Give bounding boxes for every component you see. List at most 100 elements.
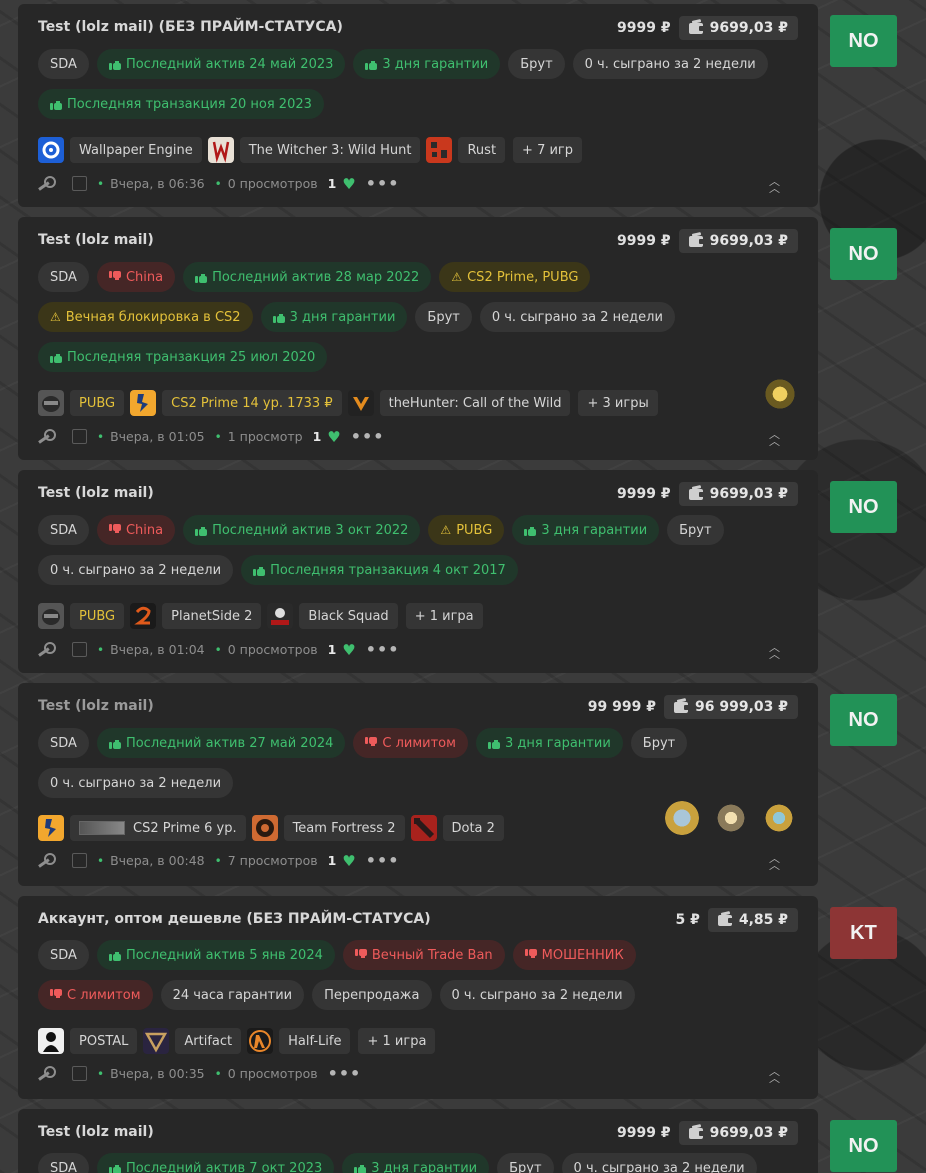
collapse-chevron-icon[interactable]: ︿ ︿	[769, 176, 780, 194]
more-games-tag[interactable]: + 7 игр	[513, 137, 583, 163]
game-tag[interactable]: theHunter: Call of the Wild	[379, 390, 571, 416]
tags-row: Последняя транзакция 20 ноя 2023	[38, 89, 324, 119]
more-options-icon[interactable]: •••	[366, 174, 400, 193]
tag-hours-played: 0 ч. сыграно за 2 недели	[561, 1153, 757, 1173]
card-footer: • Вчера, в 01:05 • 1 просмотр 1 ♥ •••	[38, 427, 384, 446]
tag-scammer: МОШЕННИК	[512, 940, 636, 970]
tag-brute: Брут	[667, 515, 724, 545]
account-card[interactable]: Test (lolz mail) 99 999 ₽ 96 999,03 ₽ SD…	[18, 683, 818, 886]
tag-label: 3 дня гарантии	[504, 735, 611, 751]
price-box-value: 9699,03 ₽	[709, 1125, 788, 1141]
tag-trade-ban: Вечный Trade Ban	[342, 940, 505, 970]
thumb-down-icon	[50, 989, 62, 1001]
game-tag[interactable]: Team Fortress 2	[283, 815, 405, 841]
steam-icon	[38, 175, 56, 192]
game-tag[interactable]: Artifact	[175, 1028, 242, 1054]
status-badge[interactable]: NO	[830, 15, 897, 67]
status-badge[interactable]: KT	[830, 907, 897, 959]
heart-icon[interactable]: ♥	[327, 428, 340, 446]
tag-label: Последний актив 5 янв 2024	[125, 947, 323, 963]
collapse-chevron-icon[interactable]: ︿ ︿	[769, 429, 780, 447]
more-options-icon[interactable]: •••	[351, 427, 385, 446]
more-options-icon[interactable]: •••	[328, 1064, 362, 1083]
game-tag[interactable]: Rust	[458, 137, 506, 163]
pubg-icon	[38, 390, 64, 416]
card-title[interactable]: Test (lolz mail)	[38, 1124, 154, 1140]
tag-label: 3 дня гарантии	[382, 56, 489, 72]
card-title[interactable]: Test (lolz mail)	[38, 698, 154, 714]
warning-icon: ⚠	[50, 310, 61, 324]
card-title[interactable]: Test (lolz mail) (БЕЗ ПРАЙМ-СТАТУСА)	[38, 19, 343, 35]
game-tag[interactable]: PlanetSide 2	[162, 603, 262, 629]
tag-label: Последний актив 28 мар 2022	[212, 269, 420, 285]
thumb-up-icon	[108, 1162, 121, 1173]
heart-icon[interactable]: ♥	[342, 175, 355, 193]
game-tag[interactable]: POSTAL	[70, 1028, 138, 1054]
game-tag[interactable]: Black Squad	[299, 603, 398, 629]
collapse-chevron-icon[interactable]: ︿ ︿	[769, 642, 780, 660]
tag-label: Вечная блокировка в CS2	[65, 309, 241, 325]
select-checkbox[interactable]	[72, 1066, 87, 1081]
account-card[interactable]: Аккаунт, оптом дешевле (БЕЗ ПРАЙМ-СТАТУС…	[18, 896, 818, 1099]
game-tag[interactable]: The Witcher 3: Wild Hunt	[239, 137, 421, 163]
wallpaper-engine-icon	[38, 137, 64, 163]
tag-label: С лимитом	[67, 987, 141, 1003]
collapse-chevron-icon[interactable]: ︿ ︿	[769, 1066, 780, 1084]
price-box: 9699,03 ₽	[678, 16, 798, 40]
card-title[interactable]: Test (lolz mail)	[38, 485, 154, 501]
tag-guarantee: 3 дня гарантии	[475, 728, 623, 758]
tag-label: С лимитом	[382, 735, 456, 751]
thumb-down-icon	[108, 524, 121, 536]
account-card[interactable]: Test (lolz mail) 9999 ₽ 9699,03 ₽ SDA Ch…	[18, 217, 818, 460]
more-options-icon[interactable]: •••	[366, 640, 400, 659]
tag-sda: SDA	[38, 728, 89, 758]
status-badge[interactable]: NO	[830, 1120, 897, 1172]
more-games-tag[interactable]: + 1 игра	[405, 603, 483, 629]
status-badge[interactable]: NO	[830, 228, 897, 280]
heart-icon[interactable]: ♥	[342, 641, 355, 659]
status-badge[interactable]: NO	[830, 481, 897, 533]
posted-time: Вчера, в 00:35	[110, 1066, 205, 1081]
account-card[interactable]: Test (lolz mail) (БЕЗ ПРАЙМ-СТАТУСА) 999…	[18, 4, 818, 207]
likes-count: 1	[312, 429, 322, 444]
account-card[interactable]: Test (lolz mail) 9999 ₽ 9699,03 ₽ SDA По…	[18, 1109, 818, 1173]
heart-icon[interactable]: ♥	[342, 852, 355, 870]
tag-warning: ⚠ CS2 Prime, PUBG	[439, 262, 591, 292]
more-games-tag[interactable]: + 3 игры	[578, 390, 658, 416]
tag-brute: Брут	[415, 302, 472, 332]
tag-guarantee: 24 часа гарантии	[160, 980, 305, 1010]
price-box: 4,85 ₽	[707, 908, 798, 932]
select-checkbox[interactable]	[72, 642, 87, 657]
tag-last-active: Последний актив 28 мар 2022	[183, 262, 432, 292]
card-title[interactable]: Test (lolz mail)	[38, 232, 154, 248]
price: 9999 ₽	[617, 233, 671, 249]
select-checkbox[interactable]	[72, 853, 87, 868]
tag-region: China	[96, 515, 176, 545]
price-area: 9999 ₽ 9699,03 ₽	[617, 482, 798, 506]
thumb-down-icon	[524, 949, 537, 961]
rank-bar-icon	[79, 821, 125, 835]
tag-hours-played: 0 ч. сыграно за 2 недели	[38, 555, 234, 585]
game-tag[interactable]: CS2 Prime 14 ур. 1733 ₽	[162, 390, 342, 416]
price-area: 99 999 ₽ 96 999,03 ₽	[588, 695, 798, 719]
card-title[interactable]: Аккаунт, оптом дешевле (БЕЗ ПРАЙМ-СТАТУС…	[38, 911, 431, 927]
status-badge[interactable]: NO	[830, 694, 897, 746]
more-games-tag[interactable]: + 1 игра	[358, 1028, 436, 1054]
games-row: POSTAL Artifact Half-Life + 1 игра	[38, 1028, 436, 1054]
tag-sda: SDA	[38, 940, 89, 970]
game-tag[interactable]: Dota 2	[442, 815, 504, 841]
price: 9999 ₽	[617, 486, 671, 502]
account-card[interactable]: Test (lolz mail) 9999 ₽ 9699,03 ₽ SDA Ch…	[18, 470, 818, 673]
game-tag[interactable]: CS2 Prime 6 ур.	[70, 815, 246, 841]
game-tag[interactable]: Half-Life	[279, 1028, 351, 1054]
tags-row: SDA China Последний актив 3 окт 2022 ⚠ PU…	[38, 515, 724, 545]
game-tag[interactable]: Wallpaper Engine	[70, 137, 202, 163]
select-checkbox[interactable]	[72, 429, 87, 444]
game-tag[interactable]: PUBG	[70, 390, 125, 416]
select-checkbox[interactable]	[72, 176, 87, 191]
collapse-chevron-icon[interactable]: ︿ ︿	[769, 853, 780, 871]
thumb-up-icon	[354, 1162, 367, 1173]
game-tag[interactable]: PUBG	[70, 603, 125, 629]
more-options-icon[interactable]: •••	[366, 851, 400, 870]
tag-label: Последний актив 24 май 2023	[125, 56, 334, 72]
